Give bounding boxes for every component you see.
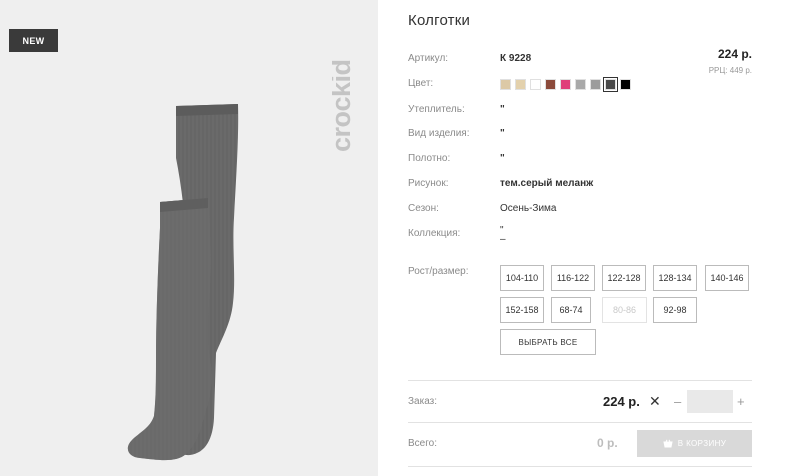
add-to-cart-button[interactable]: В КОРЗИНУ xyxy=(637,430,752,457)
divider xyxy=(408,466,752,467)
size-label: Рост/размер: xyxy=(408,266,469,277)
insulation-label: Утеплитель: xyxy=(408,104,465,115)
season-value: Осень-Зима xyxy=(500,203,557,214)
collection-value-text: " xyxy=(500,225,504,236)
fabric-value: " xyxy=(500,153,505,164)
color-swatch[interactable] xyxy=(560,79,571,90)
insulation-value: " xyxy=(500,104,505,115)
color-label: Цвет: xyxy=(408,78,434,89)
sku-value: К 9228 xyxy=(500,53,532,64)
collection-value: " – xyxy=(500,225,506,245)
remove-icon[interactable]: ✕ xyxy=(649,393,661,410)
color-swatches xyxy=(500,77,631,92)
pattern-label: Рисунок: xyxy=(408,178,449,189)
divider xyxy=(408,422,752,423)
color-swatch[interactable] xyxy=(500,79,511,90)
color-swatch[interactable] xyxy=(530,79,541,90)
brand-logo: crockid xyxy=(332,59,356,152)
order-price: 224 р. xyxy=(603,394,640,409)
collection-label: Коллекция: xyxy=(408,228,461,239)
quantity-input[interactable] xyxy=(687,390,733,413)
tights-image xyxy=(127,104,239,461)
total-value: 0 р. xyxy=(597,436,618,450)
total-label: Всего: xyxy=(408,438,437,449)
size-option[interactable]: 92-98 xyxy=(653,297,697,323)
color-swatch[interactable] xyxy=(515,79,526,90)
rrp-price: РРЦ: 449 р. xyxy=(708,66,752,75)
increase-button[interactable]: + xyxy=(737,394,745,409)
size-option[interactable]: 152-158 xyxy=(500,297,544,323)
color-swatch[interactable] xyxy=(545,79,556,90)
item-type-value: " xyxy=(500,128,505,139)
size-option[interactable]: 116-122 xyxy=(551,265,595,291)
pattern-value: тем.серый меланж xyxy=(500,178,594,189)
color-swatch[interactable] xyxy=(575,79,586,90)
product-title: Колготки xyxy=(408,12,471,29)
divider xyxy=(408,380,752,381)
new-badge: NEW xyxy=(9,29,58,52)
order-label: Заказ: xyxy=(408,396,438,407)
fabric-label: Полотно: xyxy=(408,153,451,164)
season-label: Сезон: xyxy=(408,203,439,214)
brand-text: crockid xyxy=(332,59,356,152)
color-swatch[interactable] xyxy=(620,79,631,90)
product-photo[interactable]: NEW crockid xyxy=(0,0,378,476)
basket-icon xyxy=(663,439,673,448)
size-option[interactable]: 68-74 xyxy=(551,297,591,323)
size-option[interactable]: 140-146 xyxy=(705,265,749,291)
sku-label: Артикул: xyxy=(408,53,449,64)
color-swatch[interactable] xyxy=(603,77,618,92)
color-swatch[interactable] xyxy=(590,79,601,90)
size-option[interactable]: 128-134 xyxy=(653,265,697,291)
decrease-button[interactable]: – xyxy=(674,394,681,409)
product-price: 224 р. xyxy=(717,47,752,61)
size-option[interactable]: 122-128 xyxy=(602,265,646,291)
item-type-label: Вид изделия: xyxy=(408,128,470,139)
add-to-cart-label: В КОРЗИНУ xyxy=(677,439,727,448)
size-option: 80-86 xyxy=(602,297,647,323)
select-all-button[interactable]: ВЫБРАТЬ ВСЕ xyxy=(500,329,596,355)
size-option[interactable]: 104-110 xyxy=(500,265,544,291)
